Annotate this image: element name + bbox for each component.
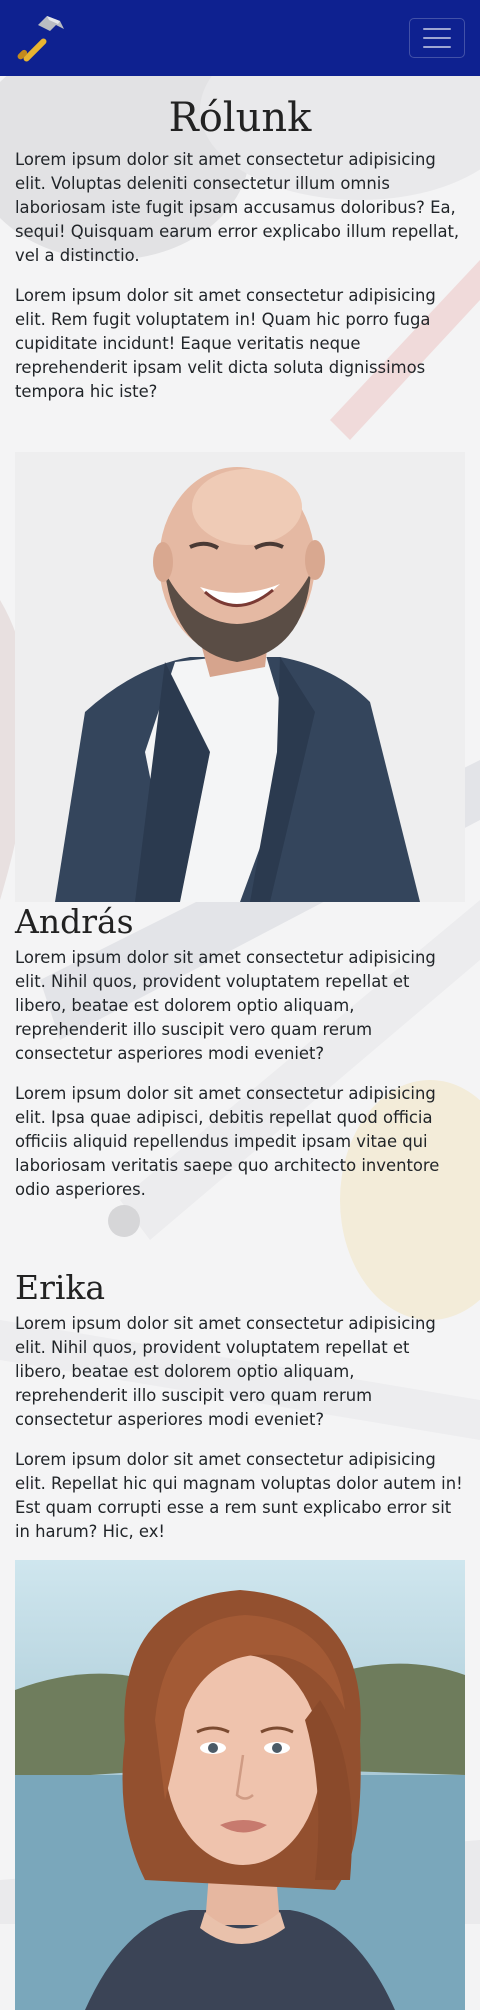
hamburger-menu-icon [423,46,451,48]
hamburger-menu-icon [423,37,451,39]
hammer-icon[interactable] [14,11,68,65]
about-paragraph: Lorem ipsum dolor sit amet consectetur a… [15,286,436,401]
photo-andras [15,452,465,902]
person-paragraph: Lorem ipsum dolor sit amet consectetur a… [15,948,436,1063]
person-paragraph: Lorem ipsum dolor sit amet consectetur a… [15,1314,436,1429]
hamburger-menu-icon [423,28,451,30]
person-paragraph: Lorem ipsum dolor sit amet consectetur a… [15,1084,440,1199]
main-content: Rólunk Lorem ipsum dolor sit amet consec… [0,94,480,2010]
photo-erika [15,1560,465,2010]
top-navbar [0,0,480,76]
navbar-toggle-button[interactable] [409,18,465,58]
person-paragraph: Lorem ipsum dolor sit amet consectetur a… [15,1450,463,1541]
about-paragraph: Lorem ipsum dolor sit amet consectetur a… [15,150,460,265]
person-name-erika: Erika [15,1268,106,1307]
person-name-andras: András [15,902,134,941]
page-title: Rólunk [168,95,312,141]
